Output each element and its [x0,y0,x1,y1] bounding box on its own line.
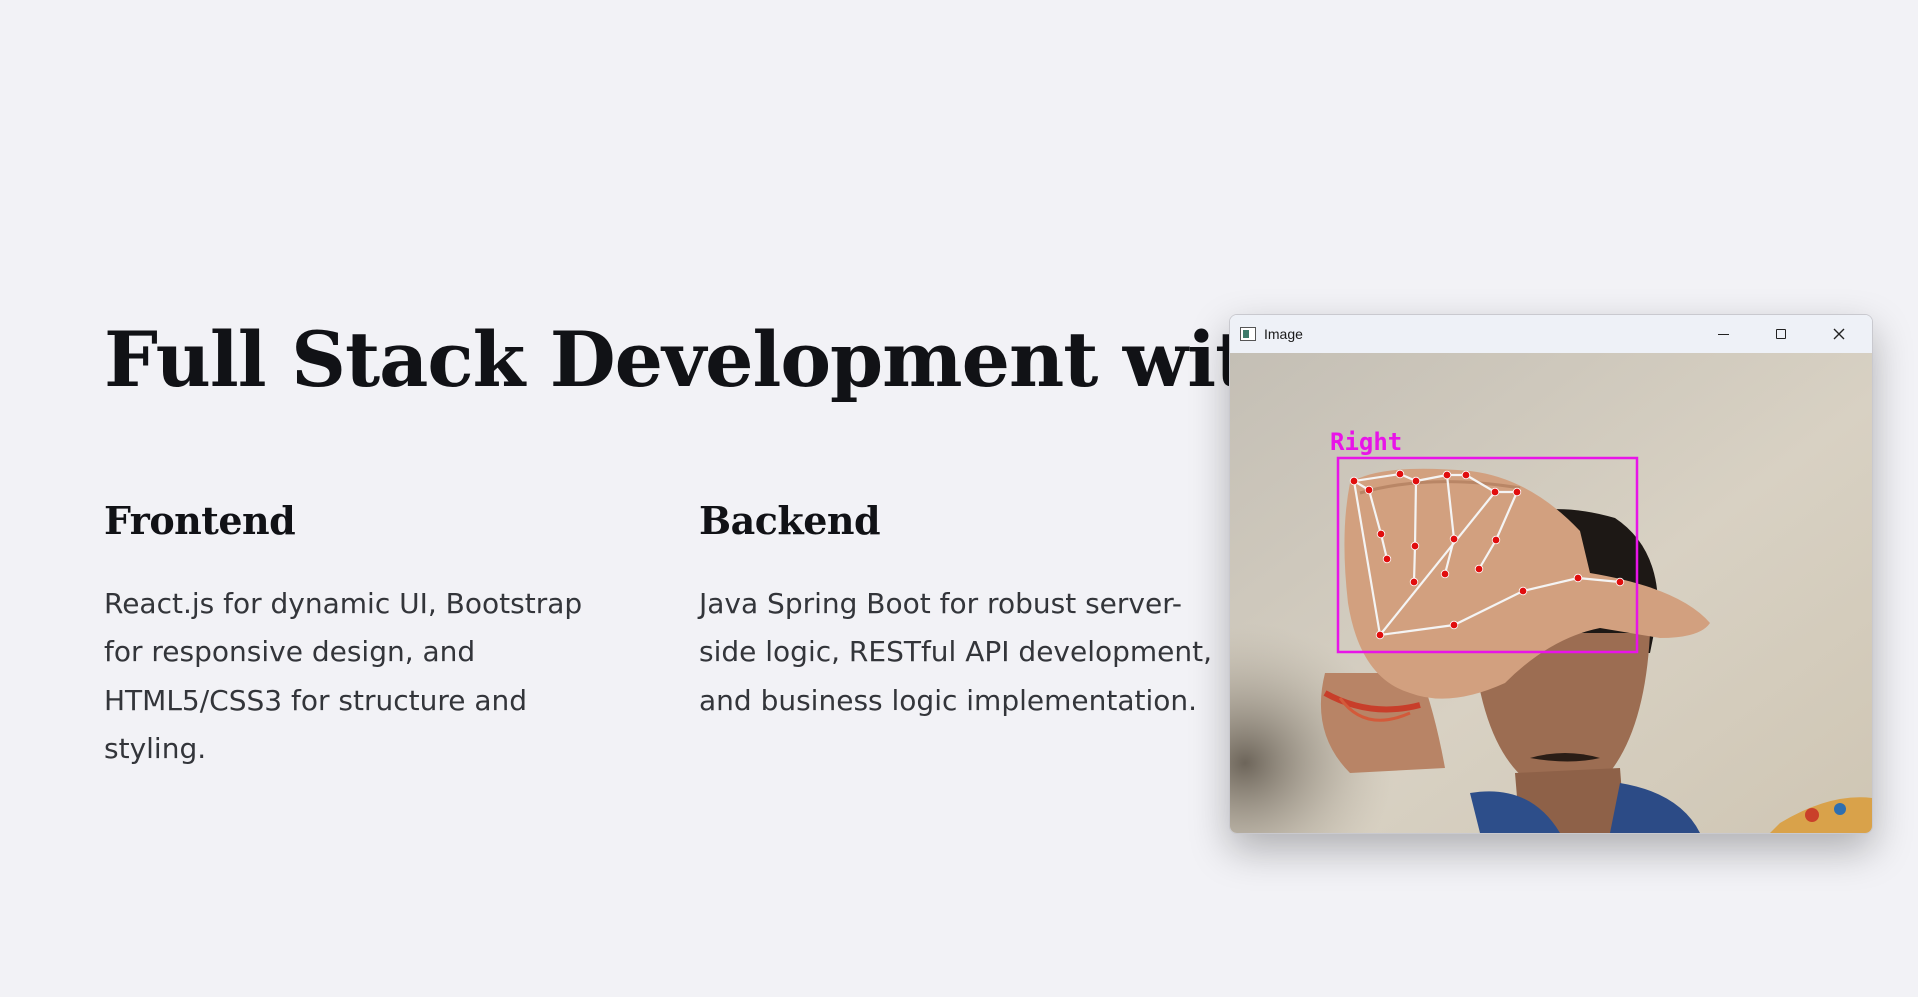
minimize-icon [1717,333,1729,335]
pillow-pattern [1805,808,1819,822]
landmark-point [1395,469,1405,479]
landmark-point [1442,470,1452,480]
image-app-icon [1240,327,1256,341]
window-titlebar[interactable]: Image [1230,315,1872,353]
landmark-point [1440,569,1450,579]
frontend-description: React.js for dynamic UI, Bootstrap for r… [104,586,583,766]
image-window[interactable]: Image Right [1229,314,1873,834]
landmark-point [1409,577,1419,587]
landmark-point [1518,586,1528,596]
landmark-point [1512,487,1522,497]
landmark-point [1573,573,1583,583]
close-icon [1833,328,1845,340]
landmark-point [1410,541,1420,551]
frontend-heading: Frontend [104,498,296,543]
landmark-point [1375,630,1385,640]
close-button[interactable] [1810,315,1868,353]
pillow-pattern [1834,803,1846,815]
camera-image: Right [1230,353,1872,833]
backend-description: Java Spring Boot for robust server-side … [699,586,1213,717]
detection-label: Right [1330,428,1402,456]
maximize-icon [1776,329,1786,339]
landmark-point [1411,476,1421,486]
landmark-point [1449,620,1459,630]
backend-heading: Backend [699,498,881,543]
maximize-button[interactable] [1752,315,1810,353]
frontend-column: Frontend React.js for dynamic UI, Bootst… [104,500,624,774]
landmark-point [1490,487,1500,497]
landmark-point [1615,577,1625,587]
window-title: Image [1264,326,1303,342]
landmark-point [1449,534,1459,544]
minimize-button[interactable] [1694,315,1752,353]
landmark-point [1461,470,1471,480]
landmark-point [1382,554,1392,564]
backend-column: Backend Java Spring Boot for robust serv… [699,500,1219,725]
landmark-point [1474,564,1484,574]
landmark-point [1349,476,1359,486]
landmark-point [1364,485,1374,495]
landmark-point [1376,529,1386,539]
landmark-point [1491,535,1501,545]
camera-frame: Right [1230,353,1872,833]
